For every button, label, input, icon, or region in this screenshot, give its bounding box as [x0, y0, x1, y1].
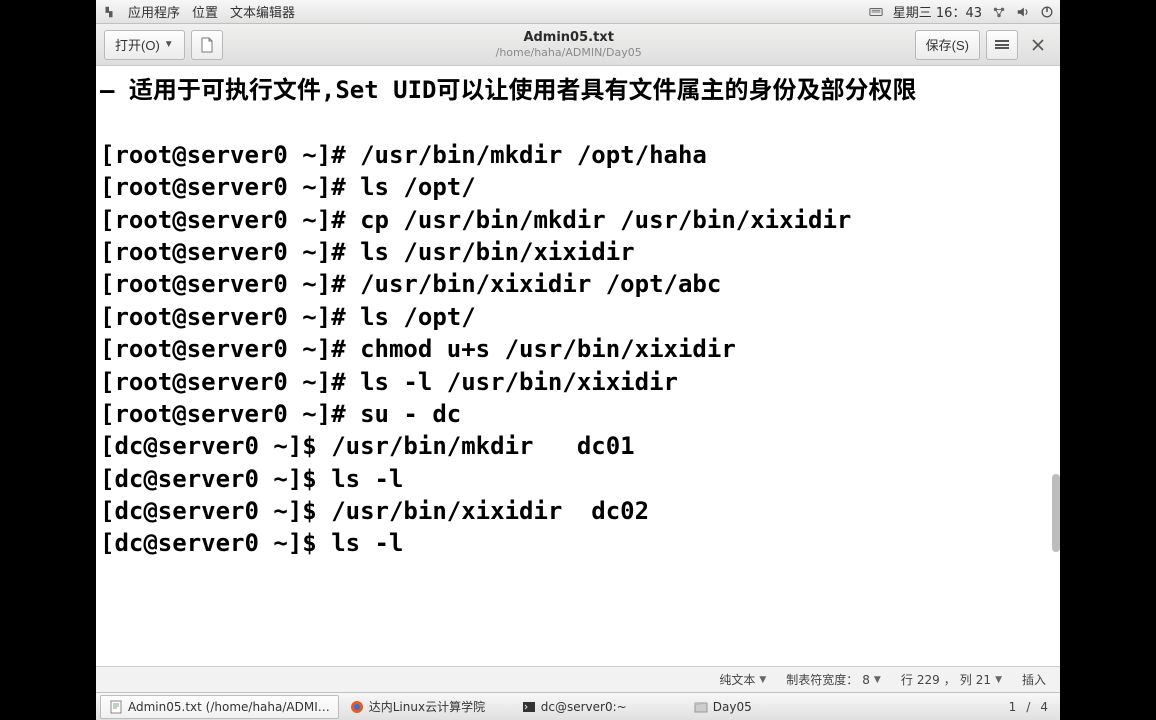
activities-icon[interactable]	[102, 5, 116, 19]
save-button[interactable]: 保存(S)	[915, 30, 980, 60]
menu-button[interactable]	[986, 30, 1018, 60]
editor-header-bar: 打开(O) ▼ Admin05.txt /home/haha/ADMIN/Day…	[96, 24, 1060, 66]
chevron-down-icon: ▼	[759, 675, 766, 685]
line-label: 行	[901, 671, 913, 688]
firefox-icon	[350, 700, 364, 714]
network-icon[interactable]	[992, 5, 1006, 19]
hamburger-icon	[995, 39, 1009, 51]
bottom-taskbar: Admin05.txt (/home/haha/ADMI… 达内Linux云计算…	[96, 692, 1060, 720]
scrollbar-thumb[interactable]	[1052, 474, 1060, 552]
menu-places[interactable]: 位置	[192, 2, 218, 21]
window-title-block: Admin05.txt /home/haha/ADMIN/Day05	[229, 30, 909, 59]
cursor-position[interactable]: 行 229 ， 列 21 ▼	[901, 671, 1002, 688]
open-button-label: 打开(O)	[115, 35, 160, 54]
folder-icon	[694, 700, 708, 714]
tab-width-selector[interactable]: 制表符宽度： 8 ▼	[786, 671, 881, 688]
top-panel: 应用程序 位置 文本编辑器 星期三 16：43	[96, 0, 1060, 24]
insert-mode: 插入	[1022, 671, 1046, 688]
terminal-icon	[522, 700, 536, 714]
workspace-total: 4	[1040, 700, 1048, 714]
col-value: 21	[976, 673, 991, 687]
clock[interactable]: 星期三 16：43	[893, 2, 982, 21]
taskbar-item-label: 达内Linux云计算学院	[369, 698, 485, 715]
taskbar-item-label: Day05	[713, 700, 752, 714]
language-selector[interactable]: 纯文本 ▼	[719, 671, 766, 688]
workspace-current: 1	[1009, 700, 1017, 714]
tab-width-value: 8	[862, 673, 870, 687]
editor-text-area[interactable]: – 适用于可执行文件,Set UID可以让使用者具有文件属主的身份及部分权限 […	[96, 66, 1060, 666]
menu-applications[interactable]: 应用程序	[128, 2, 180, 21]
col-label: 列	[960, 671, 972, 688]
menu-text-editor[interactable]: 文本编辑器	[230, 2, 295, 21]
close-icon	[1032, 39, 1044, 51]
tab-width-label: 制表符宽度：	[786, 671, 858, 688]
taskbar-item-browser[interactable]: 达内Linux云计算学院	[341, 695, 511, 719]
save-button-label: 保存(S)	[926, 35, 969, 54]
line-value: 229	[917, 673, 940, 687]
open-button[interactable]: 打开(O) ▼	[104, 30, 185, 60]
document-icon	[200, 37, 214, 53]
chevron-down-icon: ▼	[874, 675, 881, 685]
workspace-indicator[interactable]: 1 / 4	[1001, 700, 1056, 714]
chevron-down-icon: ▼	[164, 39, 174, 50]
power-icon[interactable]	[1040, 5, 1054, 19]
window-subtitle: /home/haha/ADMIN/Day05	[229, 46, 909, 59]
chevron-down-icon: ▼	[995, 675, 1002, 685]
desktop: 应用程序 位置 文本编辑器 星期三 16：43 打开(O) ▼	[96, 0, 1060, 720]
text-editor-icon	[109, 700, 123, 714]
taskbar-item-admin05[interactable]: Admin05.txt (/home/haha/ADMI…	[100, 695, 339, 719]
volume-icon[interactable]	[1016, 5, 1030, 19]
status-bar: 纯文本 ▼ 制表符宽度： 8 ▼ 行 229 ， 列 21 ▼ 插入	[96, 666, 1060, 692]
language-label: 纯文本	[719, 671, 755, 688]
taskbar-item-files[interactable]: Day05	[685, 695, 805, 719]
keyboard-indicator-icon[interactable]	[869, 5, 883, 19]
taskbar-item-terminal[interactable]: dc@server0:~	[513, 695, 683, 719]
close-button[interactable]	[1024, 30, 1052, 60]
taskbar-item-label: Admin05.txt (/home/haha/ADMI…	[128, 700, 330, 714]
window-title: Admin05.txt	[229, 30, 909, 46]
taskbar-item-label: dc@server0:~	[541, 700, 627, 714]
new-document-button[interactable]	[191, 30, 223, 60]
text-editor-window: 打开(O) ▼ Admin05.txt /home/haha/ADMIN/Day…	[96, 24, 1060, 692]
